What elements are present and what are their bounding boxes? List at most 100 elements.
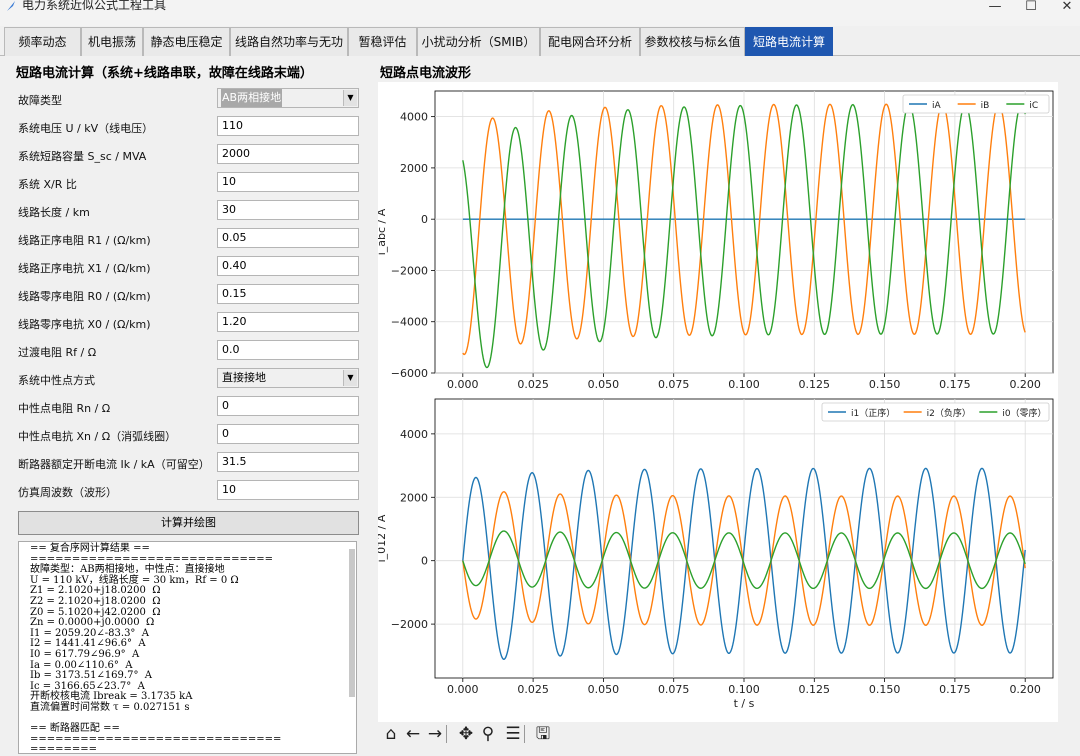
calculate-plot-button[interactable]: 计算并绘图 [18,511,359,535]
x-tick-label: 0.125 [799,378,831,391]
x-tick-label: 0.050 [588,683,620,696]
pan-icon[interactable]: ✥ [456,722,476,746]
home-icon[interactable]: ⌂ [381,722,401,746]
y-tick-label: 4000 [400,111,428,124]
plot-canvas[interactable]: 0.000 0.025 0.050 0.075 0.100 0.125 0.150 0.175… [375,82,1058,722]
legend-label: i1（正序） [851,407,895,419]
tab-line-natural-power[interactable]: 线路自然功率与无功 [230,27,348,56]
y-axis-label: i_012 / A [378,514,388,562]
app-feather-icon [7,1,15,11]
title-bar: 电力系统近似公式工程工具 — ☐ ✕ [0,0,1080,26]
neutral-mode-label: 系统中性点方式 [18,374,95,387]
x-tick-label: 0.150 [869,378,901,391]
legend-label: i2（负序） [927,407,971,419]
chart-svg: 0.000 0.025 0.050 0.075 0.100 0.125 0.150 0.175… [375,90,1054,710]
dropdown-arrow-icon[interactable]: ▼ [343,370,357,386]
x-tick-label: 0.200 [1009,378,1040,391]
x-tick-label: 0.100 [728,378,760,391]
y-tick-label: 0 [421,213,428,226]
x-tick-label: 0.175 [939,378,971,391]
window-title: 电力系统近似公式工程工具 [22,0,167,12]
x-tick-label: 0.025 [517,683,549,696]
line-r1-input[interactable]: 0.05 [217,228,359,248]
left-panel-title: 短路电流计算（系统+线路串联，故障在线路末端） [16,66,313,81]
y-tick-label: −2000 [391,264,428,277]
x-tick-label: 0.025 [517,378,549,391]
sim-cycles-input[interactable]: 10 [217,480,359,500]
tab-short-circuit[interactable]: 短路电流计算 [745,27,833,56]
short-circuit-capacity-input[interactable]: 2000 [217,144,359,164]
toolbar-separator [524,725,525,743]
line-r1-label: 线路正序电阻 R1 / (Ω/km) [18,234,151,247]
y-tick-label: 2000 [400,162,428,175]
line-x0-label: 线路零序电抗 X0 / (Ω/km) [18,318,151,331]
neutral-mode-value: 直接接地 [222,371,266,384]
y-tick-label: −4000 [391,316,428,329]
tab-small-signal-smib[interactable]: 小扰动分析（SMIB） [417,27,540,56]
line-r0-label: 线路零序电阻 R0 / (Ω/km) [18,290,151,303]
tab-parameter-per-unit[interactable]: 参数校核与标幺值 [640,27,745,56]
y-tick-label: −2000 [391,618,428,631]
result-line: I0 = 617.79∠96.9° A [30,648,140,660]
tab-bar: 频率动态 机电振荡 静态电压稳定 线路自然功率与无功 暂稳评估 小扰动分析（SM… [0,26,1080,56]
x-tick-label: 0.000 [447,378,479,391]
toolbar-separator [446,725,447,743]
x-tick-label: 0.000 [447,683,479,696]
tab-transient-stability[interactable]: 暂稳评估 [348,27,417,56]
x-tick-label: 0.075 [658,378,690,391]
y-tick-label: 0 [421,555,428,568]
legend-label: i0（零序） [1002,407,1046,419]
x-tick-label: 0.200 [1009,683,1040,696]
fault-resistance-input[interactable]: 0.0 [217,340,359,360]
line-r0-input[interactable]: 0.15 [217,284,359,304]
close-button[interactable]: ✕ [1044,0,1080,19]
tab-frequency-dynamics[interactable]: 频率动态 [4,27,81,56]
legend-label: iB [981,101,990,111]
forward-icon[interactable]: → [425,722,445,746]
zoom-icon[interactable]: ⚲ [478,722,498,746]
result-scrollbar[interactable] [349,549,355,697]
breaker-rating-label: 断路器额定开断电流 Ik / kA（可留空） [18,458,210,471]
fault-type-label: 故障类型 [18,94,62,107]
neutral-reactance-label: 中性点电抗 Xn / Ω（消弧线圈） [18,430,177,443]
neutral-mode-select[interactable]: 直接接地 ▼ [217,368,359,388]
result-line: ======== [30,744,98,754]
tab-electromechanical-oscillation[interactable]: 机电振荡 [81,27,143,56]
result-line: 直流偏置时间常数 τ = 0.027151 s [30,701,190,713]
x-axis-label: t / s [734,697,755,710]
x-tick-label: 0.150 [869,683,901,696]
fault-resistance-label: 过渡电阻 Rf / Ω [18,346,97,359]
x-tick-label: 0.075 [658,683,690,696]
app-window: 电力系统近似公式工程工具 — ☐ ✕ 频率动态 机电振荡 静态电压稳定 线路自然… [0,0,1080,756]
line-length-input[interactable]: 30 [217,200,359,220]
neutral-reactance-input[interactable]: 0 [217,424,359,444]
configure-icon[interactable]: ☰ [503,722,523,746]
tab-distribution-loop[interactable]: 配电网合环分析 [540,27,640,56]
system-voltage-input[interactable]: 110 [217,116,359,136]
legend-label: iC [1029,101,1038,111]
fault-type-select[interactable]: AB两相接地 ▼ [217,88,359,108]
right-panel-title: 短路点电流波形 [380,66,472,81]
save-icon[interactable]: 🖫 [533,722,553,746]
result-textbox[interactable]: == 复合序网计算结果 == ==========================… [18,541,357,754]
x-tick-label: 0.050 [588,378,620,391]
fault-type-value: AB两相接地 [221,89,283,107]
line-x1-input[interactable]: 0.40 [217,256,359,276]
y-tick-label: −6000 [391,367,428,380]
short-circuit-capacity-label: 系统短路容量 S_sc / MVA [18,150,147,163]
tab-static-voltage-stability[interactable]: 静态电压稳定 [143,27,230,56]
x-tick-label: 0.100 [728,683,760,696]
y-tick-label: 2000 [400,491,428,504]
dropdown-arrow-icon[interactable]: ▼ [343,90,357,106]
xr-ratio-input[interactable]: 10 [217,172,359,192]
legend-label: iA [932,101,942,111]
line-x1-label: 线路正序电抗 X1 / (Ω/km) [18,262,151,275]
x-tick-label: 0.175 [939,683,971,696]
breaker-rating-input[interactable]: 31.5 [217,452,359,472]
x-tick-label: 0.125 [799,683,831,696]
back-icon[interactable]: ← [403,722,423,746]
neutral-resistance-input[interactable]: 0 [217,396,359,416]
line-x0-input[interactable]: 1.20 [217,312,359,332]
result-line: == 复合序网计算结果 == [30,543,150,554]
system-voltage-label: 系统电压 U / kV（线电压） [18,122,154,135]
